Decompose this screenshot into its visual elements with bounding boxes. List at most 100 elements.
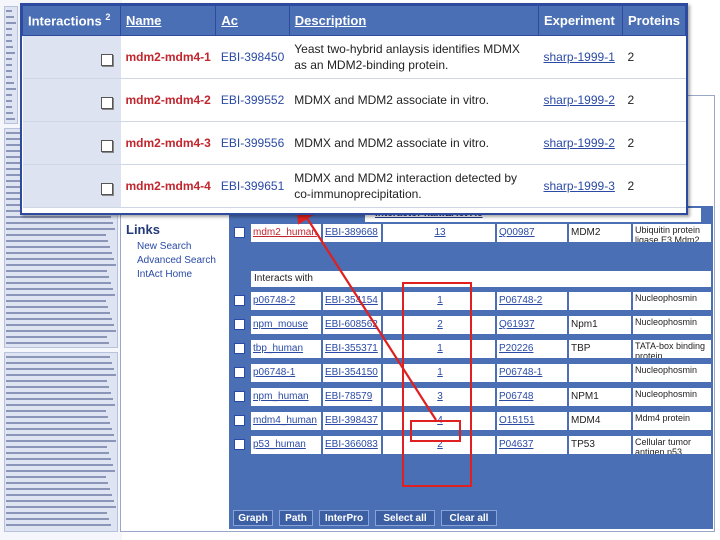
interactor-ac[interactable]: EBI-354150 — [323, 364, 381, 382]
th-experiment: Experiment — [537, 5, 623, 36]
thumbnail-line — [6, 342, 109, 344]
interaction-checkbox[interactable] — [100, 96, 113, 109]
interactor-checkbox[interactable] — [234, 343, 245, 354]
interactor-ac[interactable]: EBI-366083 — [323, 436, 381, 454]
interaction-ac[interactable]: EBI-399552 — [215, 78, 290, 122]
interactor-uniprot[interactable]: P04637 — [497, 436, 567, 454]
interactor-checkbox[interactable] — [234, 391, 245, 402]
interaction-checkbox[interactable] — [100, 53, 113, 66]
interactor-uniprot[interactable]: O15151 — [497, 412, 567, 430]
thumbnail-line — [6, 46, 13, 48]
thumbnail-line — [6, 356, 110, 358]
interactor-uniprot[interactable]: P06748-1 — [497, 364, 567, 382]
thumbnail-line — [6, 470, 115, 472]
interactor-desc: TATA-box binding protein — [633, 340, 711, 358]
interactor-uniprot[interactable]: P06748-2 — [497, 292, 567, 310]
th-ac[interactable]: Ac — [215, 5, 290, 36]
interaction-ac[interactable]: EBI-399556 — [215, 121, 290, 165]
interaction-name[interactable]: mdm2-mdm4-4 — [120, 164, 216, 208]
th-description[interactable]: Description — [288, 5, 539, 36]
interaction-name[interactable]: mdm2-mdm4-3 — [120, 121, 216, 165]
interactor-name[interactable]: tbp_human — [251, 340, 321, 358]
thumbnail-line — [6, 392, 111, 394]
link-new-search[interactable]: New Search — [126, 240, 221, 254]
interactor-desc: Cellular tumor antigen p53 — [633, 436, 711, 454]
interactor-checkbox[interactable] — [234, 367, 245, 378]
thumbnail-line — [6, 410, 106, 412]
interaction-experiment[interactable]: sharp-1999-2 — [538, 78, 623, 122]
query-uniprot[interactable]: Q00987 — [497, 224, 567, 242]
interaction-cell-select — [22, 164, 121, 208]
interactor-ac[interactable]: EBI-355371 — [323, 340, 381, 358]
interaction-row: mdm2-mdm4-3 EBI-399556 MDMX and MDM2 assoc… — [22, 121, 686, 165]
query-checkbox[interactable] — [234, 227, 245, 238]
thumbnail-line — [6, 112, 13, 114]
interaction-checkbox[interactable] — [100, 139, 113, 152]
interactor-name[interactable]: npm_human — [251, 388, 321, 406]
interactor-name[interactable]: p53_human — [251, 436, 321, 454]
select-all-button[interactable]: Select all — [375, 510, 435, 526]
thumbnail-line — [6, 82, 14, 84]
thumbnail-line — [6, 228, 115, 230]
th-name[interactable]: Name — [119, 5, 217, 36]
thumbnail-line — [6, 440, 116, 442]
thumbnail-line — [6, 216, 111, 218]
interactor-uniprot[interactable]: P20226 — [497, 340, 567, 358]
thumbnail-line — [6, 94, 12, 96]
interactor-checkbox[interactable] — [234, 415, 245, 426]
thumbnail-line — [6, 58, 12, 60]
thumbnail-line — [6, 294, 115, 296]
path-button[interactable]: Path — [279, 510, 313, 526]
annotation-box-count-column — [402, 282, 472, 487]
thumbnail-line — [6, 464, 113, 466]
thumbnail-line — [6, 458, 111, 460]
interactor-desc: Nucleophosmin — [633, 292, 711, 310]
interaction-proteins: 2 — [622, 35, 686, 79]
query-ac[interactable]: EBI-389668 — [323, 224, 381, 242]
interactor-name[interactable]: npm_mouse — [251, 316, 321, 334]
thumbnail-line — [6, 246, 110, 248]
interaction-description: Yeast two-hybrid anlaysis identifies MDM… — [289, 35, 539, 79]
thumbnail-line — [6, 476, 106, 478]
thumbnail-line — [6, 16, 14, 18]
interactor-gene: MDM4 — [569, 412, 631, 430]
clear-all-button[interactable]: Clear all — [441, 510, 497, 526]
interaction-description: MDMX and MDM2 interaction detected by co… — [289, 164, 539, 208]
interaction-name[interactable]: mdm2-mdm4-1 — [120, 35, 216, 79]
link-advanced-search[interactable]: Advanced Search — [126, 254, 221, 268]
thumbnail-line — [6, 336, 107, 338]
interaction-experiment[interactable]: sharp-1999-1 — [538, 35, 623, 79]
interactor-name[interactable]: mdm4_human — [251, 412, 321, 430]
interaction-experiment[interactable]: sharp-1999-3 — [538, 164, 623, 208]
interaction-experiment[interactable]: sharp-1999-2 — [538, 121, 623, 165]
interactor-ac[interactable]: EBI-398437 — [323, 412, 381, 430]
interactor-ac[interactable]: EBI-608562 — [323, 316, 381, 334]
interactor-checkbox[interactable] — [234, 319, 245, 330]
interactor-name[interactable]: p06748-2 — [251, 292, 321, 310]
links-box: Links New Search Advanced Search IntAct … — [126, 222, 221, 282]
interactor-uniprot[interactable]: P06748 — [497, 388, 567, 406]
interpro-button[interactable]: InterPro — [319, 510, 369, 526]
thumbnail-line — [6, 10, 12, 12]
interactor-uniprot[interactable]: Q61937 — [497, 316, 567, 334]
interactor-checkbox[interactable] — [234, 439, 245, 450]
interaction-checkbox[interactable] — [100, 182, 113, 195]
thumbnail-line — [6, 512, 107, 514]
interaction-cell-select — [22, 78, 121, 122]
interactor-checkbox[interactable] — [234, 295, 245, 306]
interactor-gene: TBP — [569, 340, 631, 358]
interactor-ac[interactable]: EBI-354154 — [323, 292, 381, 310]
link-intact-home[interactable]: IntAct Home — [126, 268, 221, 282]
graph-button[interactable]: Graph — [233, 510, 273, 526]
interactor-ac[interactable]: EBI-78579 — [323, 388, 381, 406]
interaction-ac[interactable]: EBI-398450 — [215, 35, 290, 79]
thumbnail-line — [6, 88, 16, 90]
thumbnail-line — [6, 312, 110, 314]
interactor-name[interactable]: p06748-1 — [251, 364, 321, 382]
query-count[interactable]: 13 — [383, 224, 495, 242]
thumbnail-line — [6, 222, 113, 224]
interaction-ac[interactable]: EBI-399651 — [215, 164, 290, 208]
query-name[interactable]: mdm2_human — [251, 224, 321, 242]
annotation-box-mdm4-count — [410, 420, 461, 442]
interaction-name[interactable]: mdm2-mdm4-2 — [120, 78, 216, 122]
